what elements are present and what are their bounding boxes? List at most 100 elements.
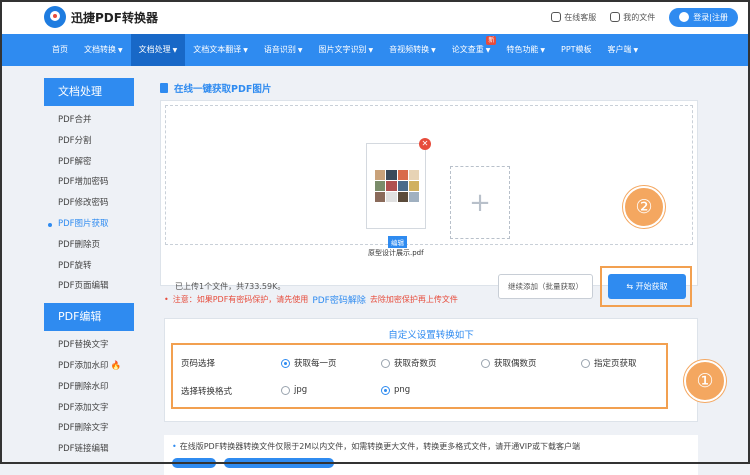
sidebar-item[interactable]: PDF页面编辑 (44, 276, 134, 297)
sidebar-item-label: PDF链接编辑 (58, 444, 109, 455)
logo-text: 迅捷PDF转换器 (71, 10, 158, 25)
sidebar-item[interactable]: PDF添加文字 (44, 398, 134, 419)
radio-option[interactable]: jpg (281, 385, 307, 395)
sidebar-item[interactable]: PDF图片获取 (44, 214, 134, 235)
format-selection-row: 选择转换格式 jpg png (181, 384, 661, 398)
start-button-highlight (600, 266, 692, 307)
nav-item-3[interactable]: 文档文本翻译 ▼ (185, 34, 256, 66)
bullet-icon: • (172, 442, 177, 451)
online-service-label: 在线客服 (564, 12, 597, 22)
main-content: 在线一键获取PDF图片 ✕ 编辑 原型设计展示.pdf + 已上传1个文件，共7… (160, 78, 698, 475)
nav-item-label: 图片文字识别 (318, 45, 367, 54)
vip-button[interactable] (172, 458, 216, 468)
warning-prefix: 注意：如果PDF有密码保护，请先使用 (172, 295, 309, 304)
thumbnail-preview (375, 170, 419, 202)
chevron-down-icon: ▼ (431, 47, 436, 54)
main-nav: 首页 文档转换 ▼ 文档处理 ▼ 文档文本翻译 ▼ 语音识别 ▼ 图片文字识别 ▼ 音视频转换 ▼ 论文查… (0, 34, 750, 66)
nav-item-label: 首页 (52, 45, 68, 54)
nav-item-label: 论文查重 (451, 45, 484, 54)
sidebar-item-label: PDF替换文字 (58, 340, 109, 351)
sidebar-item-label: PDF删除水印 (58, 381, 109, 392)
sidebar-item[interactable]: PDF删除页 (44, 235, 134, 256)
sidebar-group-pdf-edit[interactable]: PDF编辑 (44, 303, 134, 332)
sidebar-item[interactable]: PDF添加水印 🔥 (44, 356, 134, 377)
edit-file-button[interactable]: 编辑 (388, 236, 407, 248)
sidebar-item-label: PDF删除页 (58, 239, 101, 250)
nav-item-10[interactable]: 客户端 ▼ (600, 34, 647, 66)
radio-option[interactable]: 获取偶数页 (481, 357, 537, 369)
conversion-settings: 自定义设置转换如下 页码选择 获取每一页 获取奇数页 获取偶数页 指定页获取 选择转换… (164, 318, 698, 422)
sidebar-item[interactable]: PDF解密 (44, 152, 134, 173)
document-icon (610, 12, 621, 22)
upload-panel: ✕ 编辑 原型设计展示.pdf + 已上传1个文件，共733.59K。 继续添加… (160, 100, 698, 307)
nav-item-label: 特色功能 (506, 45, 539, 54)
user-icon (679, 12, 690, 22)
nav-item-2[interactable]: 文档处理 ▼ (130, 34, 186, 66)
sidebar-item-label: PDF图片获取 (58, 218, 109, 229)
sidebar-item[interactable]: PDF修改密码 (44, 193, 134, 214)
radio-option[interactable]: 获取奇数页 (381, 357, 437, 369)
sidebar-item[interactable]: PDF合并 (44, 110, 134, 131)
document-icon (160, 83, 168, 93)
logo[interactable]: 迅捷PDF转换器 (44, 6, 158, 28)
nav-item-label: 文档转换 (84, 45, 116, 54)
remove-file-icon[interactable]: ✕ (419, 138, 431, 150)
sidebar-item-label: PDF添加水印 (58, 360, 109, 371)
footer-note-text: 在线版PDF转换器转换文件仅限于2M以内文件，如需转换更大文件，转换更多格式文件… (179, 442, 580, 451)
top-bar: 迅捷PDF转换器 在线客服 我的文件 登录|注册 (0, 0, 750, 34)
file-thumbnail[interactable]: ✕ (366, 138, 431, 229)
add-file-button[interactable]: + (450, 166, 510, 239)
nav-item-label: 文档文本翻译 (193, 45, 242, 54)
pdf-unlock-link[interactable]: PDF密码解除 (312, 293, 366, 306)
nav-item-6[interactable]: 音视频转换 ▼ (381, 34, 444, 66)
chevron-down-icon: ▼ (243, 47, 248, 54)
sidebar-item[interactable]: PDF增加密码 (44, 172, 134, 193)
sidebar-item[interactable]: PDF替换文字 (44, 335, 134, 356)
sidebar-item[interactable]: PDF删除文字 (44, 418, 134, 439)
my-files-link[interactable]: 我的文件 (610, 12, 655, 23)
sidebar-group-doc-processing[interactable]: 文档处理 (44, 78, 134, 106)
radio-circle-icon (381, 385, 390, 395)
warning-suffix: 去除加密保护再上传文件 (369, 295, 458, 304)
radio-option[interactable]: 指定页获取 (581, 357, 637, 369)
radio-label: jpg (294, 385, 308, 395)
callout-step-one: ① (684, 360, 726, 402)
radio-circle-icon (281, 385, 290, 395)
radio-option[interactable]: 获取每一页 (281, 357, 337, 369)
sidebar-item[interactable]: PDF旋转 (44, 256, 134, 277)
page-title: 在线一键获取PDF图片 (160, 78, 698, 98)
sidebar-item-label: PDF页面编辑 (58, 281, 109, 292)
sidebar-item[interactable]: PDF删除水印 (44, 377, 134, 398)
chevron-down-icon: ▼ (118, 47, 123, 54)
radio-option[interactable]: png (381, 385, 410, 395)
nav-item-label: 文档处理 (138, 45, 171, 54)
nav-item-0[interactable]: 首页 (44, 34, 76, 66)
sidebar-item-label: PDF添加文字 (58, 402, 109, 413)
sidebar-item-label: PDF删除文字 (58, 423, 109, 434)
download-client-button[interactable] (224, 458, 334, 468)
radio-circle-icon (581, 358, 590, 368)
sidebar-item-label: PDF修改密码 (58, 198, 109, 209)
login-button[interactable]: 登录|注册 (669, 7, 738, 27)
sidebar-item-label: PDF增加密码 (58, 177, 109, 188)
nav-item-7[interactable]: 论文查重 ▼ 新 (444, 34, 499, 66)
sidebar-item[interactable]: PDF分割 (44, 131, 134, 152)
new-badge: 新 (486, 36, 497, 45)
sidebar-item[interactable]: PDF链接编辑 (44, 439, 134, 460)
plus-icon: + (469, 187, 491, 218)
nav-item-label: 语音识别 (263, 45, 296, 54)
continue-add-button[interactable]: 继续添加（批量获取） (498, 274, 593, 299)
nav-item-5[interactable]: 图片文字识别 ▼ (311, 34, 382, 66)
nav-item-label: 客户端 (607, 45, 632, 54)
nav-item-4[interactable]: 语音识别 ▼ (256, 34, 311, 66)
nav-item-1[interactable]: 文档转换 ▼ (76, 34, 131, 66)
page-title-text: 在线一键获取PDF图片 (174, 84, 272, 95)
nav-item-8[interactable]: 特色功能 ▼ (498, 34, 553, 66)
settings-title: 自定义设置转换如下 (388, 330, 474, 341)
online-service-link[interactable]: 在线客服 (551, 12, 596, 23)
upload-dropzone[interactable]: ✕ 编辑 原型设计展示.pdf + (165, 105, 693, 257)
radio-circle-icon (281, 358, 290, 368)
footer-note: • 在线版PDF转换器转换文件仅限于2M以内文件，如需转换更大文件，转换更多格式文… (164, 435, 698, 475)
nav-item-9[interactable]: PPT模板 (553, 34, 600, 66)
callout-step-two: ② (623, 186, 665, 228)
